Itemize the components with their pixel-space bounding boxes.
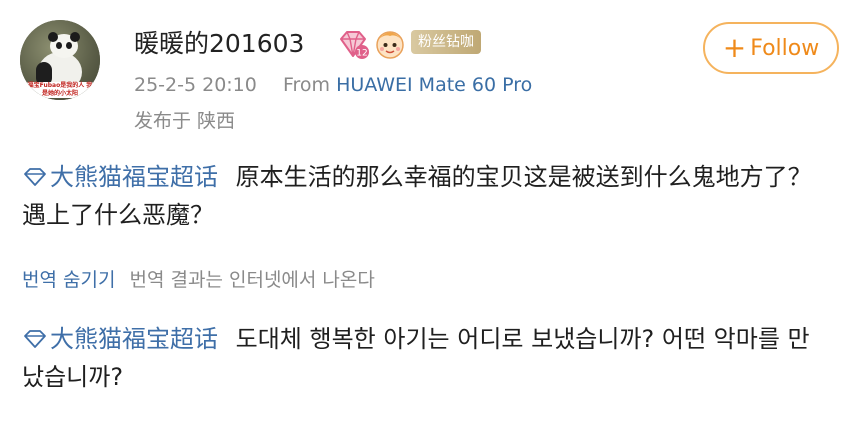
panda-ear-left [48, 32, 58, 42]
post-content: 大熊猫福宝超话 原本生活的那么幸福的宝贝这是被送到什么鬼地方了？遇上了什么恶魔？ [22, 158, 822, 234]
fan-avatar-icon [376, 31, 404, 59]
panda-eye-left [56, 42, 62, 49]
translation-bar: 번역 숨기기 번역 결과는 인터넷에서 나온다 [22, 266, 375, 294]
translation-note: 번역 결과는 인터넷에서 나온다 [129, 269, 375, 291]
panda-eye-right [66, 42, 72, 49]
translated-topic-link[interactable]: 大熊猫福宝超话 [22, 325, 226, 353]
diamond-vip-icon[interactable]: 12 [337, 28, 369, 60]
topic-diamond-icon [24, 168, 46, 186]
panda-ear-right [70, 32, 80, 42]
username[interactable]: 暖暖的201603 [134, 28, 304, 60]
hide-translation-link[interactable]: 번역 숨기기 [22, 269, 115, 291]
translated-post-content: 大熊猫福宝超话 도대체 행복한 아기는 어디로 보냈습니까? 어떤 악마를 만났… [22, 320, 822, 396]
follow-label: Follow [750, 35, 820, 61]
topic-label: 大熊猫福宝超话 [50, 163, 218, 191]
device-link[interactable]: HUAWEI Mate 60 Pro [336, 74, 532, 96]
post-location: 发布于 陕西 [134, 110, 236, 132]
post-date: 25-2-5 20:10 [134, 74, 257, 96]
avatar-caption: 福宝Fubao是我的人 我是她的小太阳 [26, 82, 94, 98]
topic-diamond-icon [24, 330, 46, 348]
plus-icon: + [722, 31, 747, 64]
follow-button[interactable]: + Follow [703, 22, 839, 74]
topic-link[interactable]: 大熊猫福宝超话 [22, 163, 226, 191]
post-meta: 25-2-5 20:10 From HUAWEI Mate 60 Pro [134, 72, 532, 98]
from-label: From [282, 74, 331, 96]
translated-topic-label: 大熊猫福宝超话 [50, 325, 218, 353]
fan-badge[interactable]: 粉丝钻咖 [411, 30, 481, 54]
vip-level-text: 12 [356, 49, 367, 59]
avatar[interactable]: 福宝Fubao是我的人 我是她的小太阳 [20, 20, 100, 100]
